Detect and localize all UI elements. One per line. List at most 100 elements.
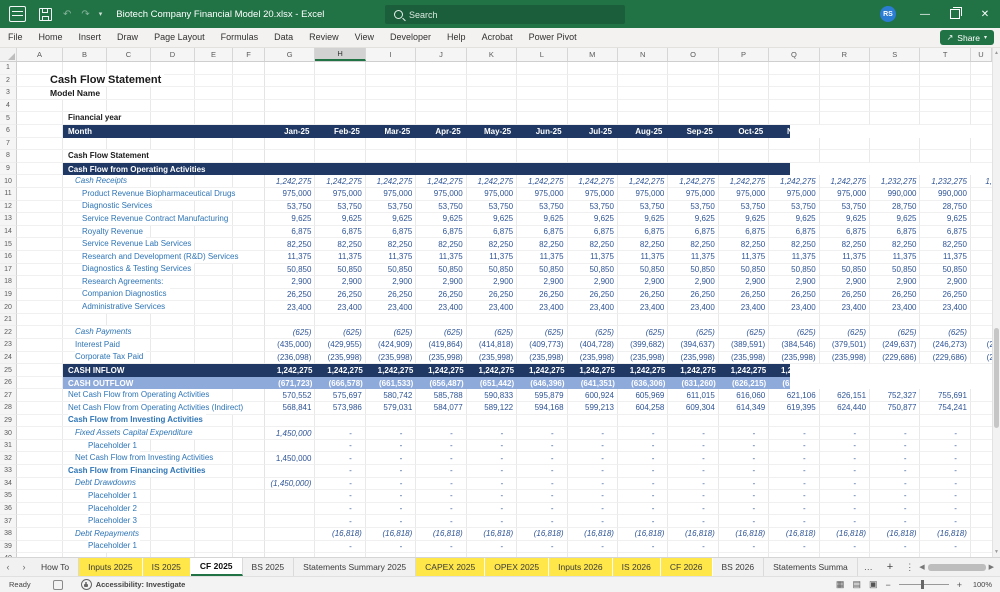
cell[interactable]: (16,818) [517, 527, 568, 541]
cell-partial[interactable]: 6,875 [970, 226, 992, 239]
row-header-37[interactable]: 37 [0, 515, 17, 528]
row-header-8[interactable]: 8 [0, 150, 17, 163]
row-header-34[interactable]: 34 [0, 477, 17, 491]
cell[interactable]: (235,998) [617, 351, 669, 365]
row-label-cell[interactable]: Product Revenue Biopharmaceutical Drugs [17, 187, 265, 201]
ribbon-tab-page-layout[interactable]: Page Layout [146, 28, 213, 47]
cell[interactable]: (16,818) [466, 527, 518, 541]
cell[interactable] [265, 465, 316, 478]
cell[interactable] [315, 414, 366, 428]
cell[interactable]: 1,232,275 [920, 366, 970, 375]
cell[interactable]: 1,242,275 [265, 366, 315, 375]
month-header[interactable]: Apr-25 [416, 127, 466, 136]
cell[interactable] [567, 99, 618, 113]
column-header-S[interactable]: S [870, 48, 921, 61]
cell[interactable]: 1,242,275 [769, 366, 819, 375]
cell[interactable] [617, 137, 669, 151]
cell[interactable]: 1,242,275 [517, 175, 568, 188]
cell[interactable] [466, 87, 518, 100]
cell[interactable] [265, 150, 316, 163]
cell[interactable]: 53,750 [466, 200, 518, 214]
cell[interactable] [365, 74, 417, 88]
cell[interactable]: 26,250 [920, 288, 971, 302]
cell[interactable] [416, 137, 467, 151]
cell[interactable] [517, 99, 568, 113]
cell[interactable]: 6,875 [517, 225, 568, 239]
cell[interactable]: - [870, 540, 921, 554]
ribbon-tab-file[interactable]: File [0, 28, 31, 47]
column-header-D[interactable]: D [151, 48, 195, 61]
cell[interactable]: 23,400 [466, 301, 518, 314]
cell[interactable]: - [718, 540, 770, 554]
cell[interactable]: (476,584) [920, 379, 970, 388]
cell[interactable]: 1,242,275 [315, 175, 366, 188]
cell[interactable]: 975,000 [819, 187, 871, 201]
cell[interactable]: (399,682) [617, 339, 669, 352]
row-label-cell[interactable]: Administrative Services [17, 301, 265, 314]
cell[interactable]: 2,900 [718, 276, 770, 289]
cell[interactable]: 6,875 [265, 225, 316, 239]
cell[interactable]: (16,818) [920, 527, 971, 541]
cell[interactable] [870, 414, 921, 428]
cell[interactable]: 975,000 [769, 187, 820, 201]
vertical-scrollbar[interactable]: ▲ ▼ [992, 48, 1000, 557]
cell[interactable] [870, 150, 921, 163]
cell-partial[interactable]: 26,250 [970, 289, 992, 302]
cell[interactable]: - [769, 515, 820, 528]
cell[interactable]: (235,998) [466, 351, 518, 365]
cell[interactable]: - [769, 439, 820, 453]
cell[interactable]: (424,909) [365, 339, 417, 352]
row-label-cell[interactable]: Placeholder 1 [17, 439, 265, 453]
cell[interactable]: 50,850 [617, 263, 669, 277]
cell[interactable]: - [466, 427, 518, 440]
row-header-10[interactable]: 10 [0, 175, 17, 188]
cell[interactable]: - [668, 515, 719, 528]
cell[interactable]: 2,900 [265, 276, 316, 289]
cell[interactable] [365, 99, 417, 113]
cell[interactable]: 11,375 [265, 250, 316, 264]
cell[interactable]: 82,250 [718, 238, 770, 251]
cell[interactable] [416, 62, 467, 75]
row-label-cell[interactable]: Cash Flow from Investing Activities [17, 414, 265, 428]
accessibility-status[interactable]: Accessibility: Investigate [96, 580, 186, 589]
cell[interactable]: 50,850 [265, 263, 316, 277]
row-header-26[interactable]: 26 [0, 376, 17, 390]
cell[interactable] [416, 112, 467, 125]
cell[interactable]: 28,750 [920, 200, 971, 214]
more-sheets-icon[interactable]: … [858, 558, 880, 576]
cell[interactable]: (249,637) [870, 339, 921, 352]
cell[interactable] [365, 87, 417, 100]
cell[interactable]: 585,788 [416, 389, 467, 403]
cell[interactable]: 1,242,275 [568, 366, 618, 375]
cell[interactable]: (616,124) [820, 379, 870, 388]
cell[interactable]: - [567, 490, 618, 503]
cell[interactable]: 626,151 [819, 389, 871, 403]
cell[interactable] [617, 62, 669, 75]
cell[interactable]: (429,955) [315, 339, 366, 352]
cell[interactable]: - [517, 540, 568, 554]
cell[interactable]: - [466, 452, 518, 465]
cell[interactable]: (229,686) [920, 351, 971, 365]
cell[interactable]: 11,375 [416, 250, 467, 264]
column-header-K[interactable]: K [467, 48, 518, 61]
cell[interactable]: 50,850 [466, 263, 518, 277]
cell[interactable] [769, 74, 820, 88]
cell[interactable]: (394,637) [668, 339, 719, 352]
row-label-cell[interactable] [17, 99, 265, 113]
cell[interactable] [365, 112, 417, 125]
cell[interactable]: 23,400 [265, 301, 316, 314]
row-header-23[interactable]: 23 [0, 339, 17, 352]
cell[interactable]: (235,998) [517, 351, 568, 365]
column-header-M[interactable]: M [568, 48, 618, 61]
cell-partial[interactable]: - [970, 427, 992, 440]
cell[interactable]: (235,998) [769, 351, 820, 365]
ribbon-tab-draw[interactable]: Draw [109, 28, 146, 47]
cell[interactable] [920, 313, 971, 327]
cell[interactable]: 975,000 [416, 187, 467, 201]
cell[interactable]: 975,000 [365, 187, 417, 201]
cell[interactable] [668, 150, 719, 163]
cell[interactable] [567, 74, 618, 88]
month-header[interactable]: Feb-25 [315, 127, 365, 136]
cell[interactable] [718, 414, 770, 428]
cell[interactable]: - [819, 540, 871, 554]
